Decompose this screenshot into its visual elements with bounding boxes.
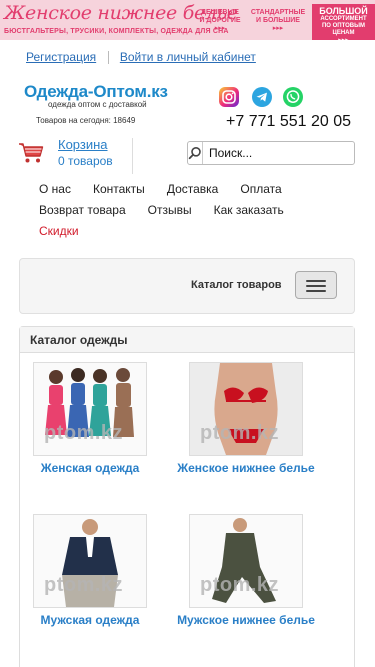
mens-clothing-image[interactable]: ptom.kz bbox=[33, 514, 147, 608]
promo-banner[interactable]: Женское нижнее белье БЮСТГАЛЬТЕРЫ, ТРУСИ… bbox=[0, 0, 375, 40]
main-nav-row-2: Возврат товара Отзывы Как заказать bbox=[39, 203, 306, 217]
search-input[interactable] bbox=[203, 142, 364, 164]
phone-number[interactable]: +7 771 551 20 05 bbox=[226, 113, 351, 131]
watermark: ptom.kz bbox=[44, 422, 124, 444]
category-label[interactable]: Женское нижнее белье bbox=[173, 462, 319, 475]
hamburger-icon bbox=[306, 285, 326, 287]
banner-subtitle: БЮСТГАЛЬТЕРЫ, ТРУСИКИ, КОМПЛЕКТЫ, ОДЕЖДА… bbox=[4, 28, 229, 35]
nav-about[interactable]: О нас bbox=[39, 182, 71, 196]
mens-underwear-image[interactable]: ptom.kz bbox=[189, 514, 303, 608]
banner-block-sizes: СТАНДАРТНЫЕ И БОЛЬШИЕ ▸▸▸ bbox=[248, 9, 308, 33]
category-label[interactable]: Мужская одежда bbox=[17, 614, 163, 627]
womens-clothing-image[interactable]: ptom.kz bbox=[33, 362, 147, 456]
search-button[interactable] bbox=[188, 142, 203, 164]
category-mens-underwear[interactable]: ptom.kz Мужское нижнее белье bbox=[173, 514, 319, 627]
search-box bbox=[187, 141, 364, 165]
nav-payment[interactable]: Оплата bbox=[240, 182, 281, 196]
nav-returns[interactable]: Возврат товара bbox=[39, 203, 126, 217]
banner-block-sizes-line2: И БОЛЬШИЕ bbox=[256, 17, 300, 24]
watermark: ptom.kz bbox=[200, 574, 280, 596]
nav-contacts[interactable]: Контакты bbox=[93, 182, 145, 196]
link-separator bbox=[107, 51, 109, 65]
nav-how-to-order[interactable]: Как заказать bbox=[214, 203, 284, 217]
catalog-menu-toggle[interactable] bbox=[295, 271, 337, 299]
category-womens-clothing[interactable]: ptom.kz Женская одежда bbox=[17, 362, 163, 475]
banner-block-assortment: БОЛЬШОЙ АССОРТИМЕНТ ПО ОПТОВЫМ ЦЕНАМ ▸▸▸ bbox=[312, 4, 375, 40]
telegram-icon[interactable] bbox=[252, 87, 272, 107]
cart-count[interactable]: 0 товаров bbox=[58, 154, 113, 168]
banner-block-sizes-line1: СТАНДАРТНЫЕ bbox=[250, 9, 306, 16]
hamburger-icon bbox=[306, 290, 326, 292]
banner-block-price: ДЕШЕВЫЕ И ДОРОГИЕ ▸▸▸ bbox=[196, 9, 244, 33]
banner-block-price-line1: ДЕШЕВЫЕ bbox=[201, 9, 239, 16]
arrows-icon: ▸▸▸ bbox=[312, 37, 375, 40]
main-nav-row-1: О нас Контакты Доставка Оплата bbox=[39, 182, 304, 196]
goods-count: Товаров на сегодня: 18649 bbox=[36, 116, 136, 125]
main-nav-row-3: Скидки bbox=[39, 224, 101, 238]
womens-lingerie-image[interactable]: ptom.kz bbox=[189, 362, 303, 456]
banner-block-price-line2: И ДОРОГИЕ bbox=[199, 17, 241, 24]
arrows-icon: ▸▸▸ bbox=[214, 25, 226, 32]
shopping-cart-icon[interactable] bbox=[18, 142, 44, 164]
login-link[interactable]: Войти в личный кабинет bbox=[120, 50, 256, 64]
watermark: ptom.kz bbox=[200, 422, 280, 444]
site-tagline: одежда оптом с доставкой bbox=[48, 100, 147, 109]
category-label[interactable]: Женская одежда bbox=[17, 462, 163, 475]
banner-block-assortment-line4: ЦЕНАМ bbox=[332, 30, 355, 36]
catalog-bar: Каталог товаров bbox=[19, 258, 355, 314]
account-links: Регистрация Войти в личный кабинет bbox=[26, 50, 256, 65]
hamburger-icon bbox=[306, 280, 326, 282]
cart-link[interactable]: Корзина bbox=[58, 137, 108, 152]
nav-reviews[interactable]: Отзывы bbox=[148, 203, 192, 217]
search-icon bbox=[188, 147, 201, 160]
category-womens-lingerie[interactable]: ptom.kz Женское нижнее белье bbox=[173, 362, 319, 475]
category-mens-clothing[interactable]: ptom.kz Мужская одежда bbox=[17, 514, 163, 627]
catalog-heading: Каталог одежды bbox=[20, 327, 354, 353]
category-label[interactable]: Мужское нижнее белье bbox=[173, 614, 319, 627]
nav-delivery[interactable]: Доставка bbox=[167, 182, 219, 196]
cart-divider bbox=[132, 138, 133, 174]
banner-block-assortment-line2: АССОРТИМЕНТ bbox=[320, 16, 367, 22]
whatsapp-icon[interactable] bbox=[283, 87, 303, 107]
register-link[interactable]: Регистрация bbox=[26, 50, 96, 64]
banner-block-assortment-line1: БОЛЬШОЙ bbox=[319, 6, 368, 16]
banner-block-assortment-line3: ПО ОПТОВЫМ bbox=[321, 23, 365, 29]
instagram-icon[interactable] bbox=[219, 87, 239, 107]
arrows-icon: ▸▸▸ bbox=[272, 25, 284, 32]
nav-sale[interactable]: Скидки bbox=[39, 224, 79, 238]
catalog-bar-label: Каталог товаров bbox=[191, 279, 282, 291]
site-logo[interactable]: Одежда-Оптом.кз bbox=[24, 82, 168, 102]
watermark: ptom.kz bbox=[44, 574, 124, 596]
